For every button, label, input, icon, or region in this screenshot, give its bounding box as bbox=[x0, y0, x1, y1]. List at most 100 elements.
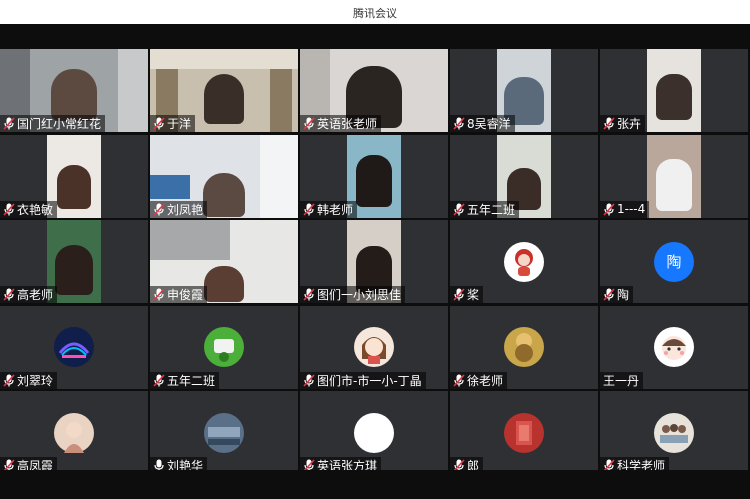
participant-name: 五年二班 bbox=[167, 373, 216, 388]
participant-name: 8吴睿洋 bbox=[467, 117, 511, 131]
mic-muted-icon bbox=[603, 117, 615, 131]
avatar-initial: 陶 bbox=[666, 253, 682, 271]
mic-muted-icon bbox=[453, 288, 465, 302]
avatar bbox=[654, 412, 694, 453]
mic-muted-icon bbox=[603, 202, 615, 216]
mic-muted-icon bbox=[453, 117, 465, 131]
participant-grid: 国门红小常红花 于洋 英语张老师 8吴睿洋 张卉 衣艳敏 刘凤艳 韩老师 五年二… bbox=[0, 49, 750, 474]
name-label: 高老师 bbox=[0, 286, 58, 303]
mic-muted-icon bbox=[453, 202, 465, 216]
mic-muted-icon bbox=[453, 373, 465, 387]
video-tile[interactable]: 五年二班 bbox=[450, 134, 598, 218]
participant-name: 刘凤艳 bbox=[167, 202, 204, 217]
participant-name: 1---4 bbox=[617, 202, 646, 216]
avatar bbox=[654, 327, 694, 367]
video-tile[interactable]: 于洋 bbox=[150, 49, 298, 132]
participant-video bbox=[203, 172, 245, 217]
participant-name: 刘翠玲 bbox=[17, 373, 54, 388]
participant-video bbox=[55, 245, 93, 295]
mic-muted-icon bbox=[3, 117, 15, 131]
name-label: 衣艳敏 bbox=[0, 200, 58, 218]
video-tile[interactable]: 高老师 bbox=[0, 220, 148, 303]
bottom-toolbar bbox=[0, 470, 750, 499]
mic-muted-icon bbox=[303, 288, 315, 302]
mic-muted-icon bbox=[603, 288, 615, 302]
avatar-tile[interactable]: 徐老师 bbox=[450, 305, 598, 389]
name-label: 五年二班 bbox=[450, 200, 520, 218]
participant-name: 国门红小常红花 bbox=[17, 117, 102, 131]
mic-muted-icon bbox=[153, 202, 165, 216]
name-label: 国门红小常红花 bbox=[0, 115, 106, 132]
participant-name: 张卉 bbox=[617, 117, 642, 131]
top-toolbar bbox=[0, 24, 750, 49]
video-tile[interactable]: 8吴睿洋 bbox=[450, 49, 598, 132]
video-tile[interactable]: 申俊霞 bbox=[150, 220, 298, 303]
avatar bbox=[204, 412, 244, 453]
avatar-tile[interactable]: 郎 bbox=[450, 391, 598, 474]
participant-video bbox=[356, 154, 392, 207]
participant-video bbox=[51, 69, 97, 121]
name-label: 图们一小刘思佳 bbox=[300, 286, 406, 303]
avatar bbox=[354, 412, 394, 453]
participant-name: 衣艳敏 bbox=[17, 202, 54, 217]
mic-muted-icon bbox=[3, 373, 15, 387]
avatar-tile[interactable]: 高凤霞 bbox=[0, 391, 148, 474]
avatar-tile[interactable]: 桨 bbox=[450, 220, 598, 303]
video-tile[interactable]: 衣艳敏 bbox=[0, 134, 148, 218]
name-label: 王一丹 bbox=[600, 371, 644, 389]
avatar-tile[interactable]: 图们市-市一小-丁晶 bbox=[300, 305, 448, 389]
name-label: 陶 bbox=[600, 286, 634, 303]
avatar-tile[interactable]: 英语张方琪 bbox=[300, 391, 448, 474]
avatar bbox=[504, 412, 544, 453]
avatar: 陶 bbox=[654, 241, 694, 282]
name-label: 1---4 bbox=[600, 200, 650, 218]
participant-name: 桨 bbox=[467, 288, 480, 302]
avatar-tile[interactable]: 刘翠玲 bbox=[0, 305, 148, 389]
avatar-tile[interactable]: 陶 陶 bbox=[600, 220, 748, 303]
participant-name: 韩老师 bbox=[317, 202, 354, 217]
video-tile[interactable]: 韩老师 bbox=[300, 134, 448, 218]
avatar-tile[interactable]: 科学老师 bbox=[600, 391, 748, 474]
avatar bbox=[54, 412, 94, 453]
name-label: 申俊霞 bbox=[150, 286, 208, 303]
video-tile[interactable]: 张卉 bbox=[600, 49, 748, 132]
mic-muted-icon bbox=[153, 117, 165, 131]
mic-muted-icon bbox=[3, 202, 15, 216]
mic-muted-icon bbox=[153, 288, 165, 302]
mic-muted-icon bbox=[303, 373, 315, 387]
avatar bbox=[504, 327, 544, 367]
participant-name: 图们市-市一小-丁晶 bbox=[317, 373, 422, 388]
video-tile[interactable]: 英语张老师 bbox=[300, 49, 448, 132]
participant-name: 申俊霞 bbox=[167, 288, 204, 302]
participant-name: 高老师 bbox=[17, 288, 54, 302]
video-tile[interactable]: 图们一小刘思佳 bbox=[300, 220, 448, 303]
participant-name: 英语张老师 bbox=[317, 117, 378, 131]
name-label: 徐老师 bbox=[450, 371, 508, 389]
participant-name: 徐老师 bbox=[467, 373, 504, 388]
video-tile[interactable]: 国门红小常红花 bbox=[0, 49, 148, 132]
avatar-tile[interactable]: 五年二班 bbox=[150, 305, 298, 389]
avatar-tile[interactable]: 刘艳华 bbox=[150, 391, 298, 474]
name-label: 刘凤艳 bbox=[150, 200, 208, 218]
title-bar: 腾讯会议 bbox=[0, 0, 750, 24]
video-tile[interactable]: 刘凤艳 bbox=[150, 134, 298, 218]
participant-video bbox=[204, 266, 244, 302]
name-label: 图们市-市一小-丁晶 bbox=[300, 371, 426, 389]
mic-muted-icon bbox=[303, 202, 315, 216]
name-label: 桨 bbox=[450, 286, 484, 303]
mic-muted-icon bbox=[303, 117, 315, 131]
avatar-tile[interactable]: 王一丹 bbox=[600, 305, 748, 389]
mic-muted-icon bbox=[153, 373, 165, 387]
participant-name: 五年二班 bbox=[467, 202, 516, 217]
participant-video bbox=[656, 74, 692, 120]
avatar bbox=[54, 327, 94, 367]
name-label: 于洋 bbox=[150, 115, 196, 132]
video-tile[interactable]: 1---4 bbox=[600, 134, 748, 218]
mic-muted-icon bbox=[3, 288, 15, 302]
name-label: 韩老师 bbox=[300, 200, 358, 218]
avatar bbox=[504, 241, 544, 282]
name-label: 张卉 bbox=[600, 115, 646, 132]
participant-name: 王一丹 bbox=[603, 373, 640, 388]
name-label: 8吴睿洋 bbox=[450, 115, 515, 132]
window-title: 腾讯会议 bbox=[353, 7, 397, 20]
